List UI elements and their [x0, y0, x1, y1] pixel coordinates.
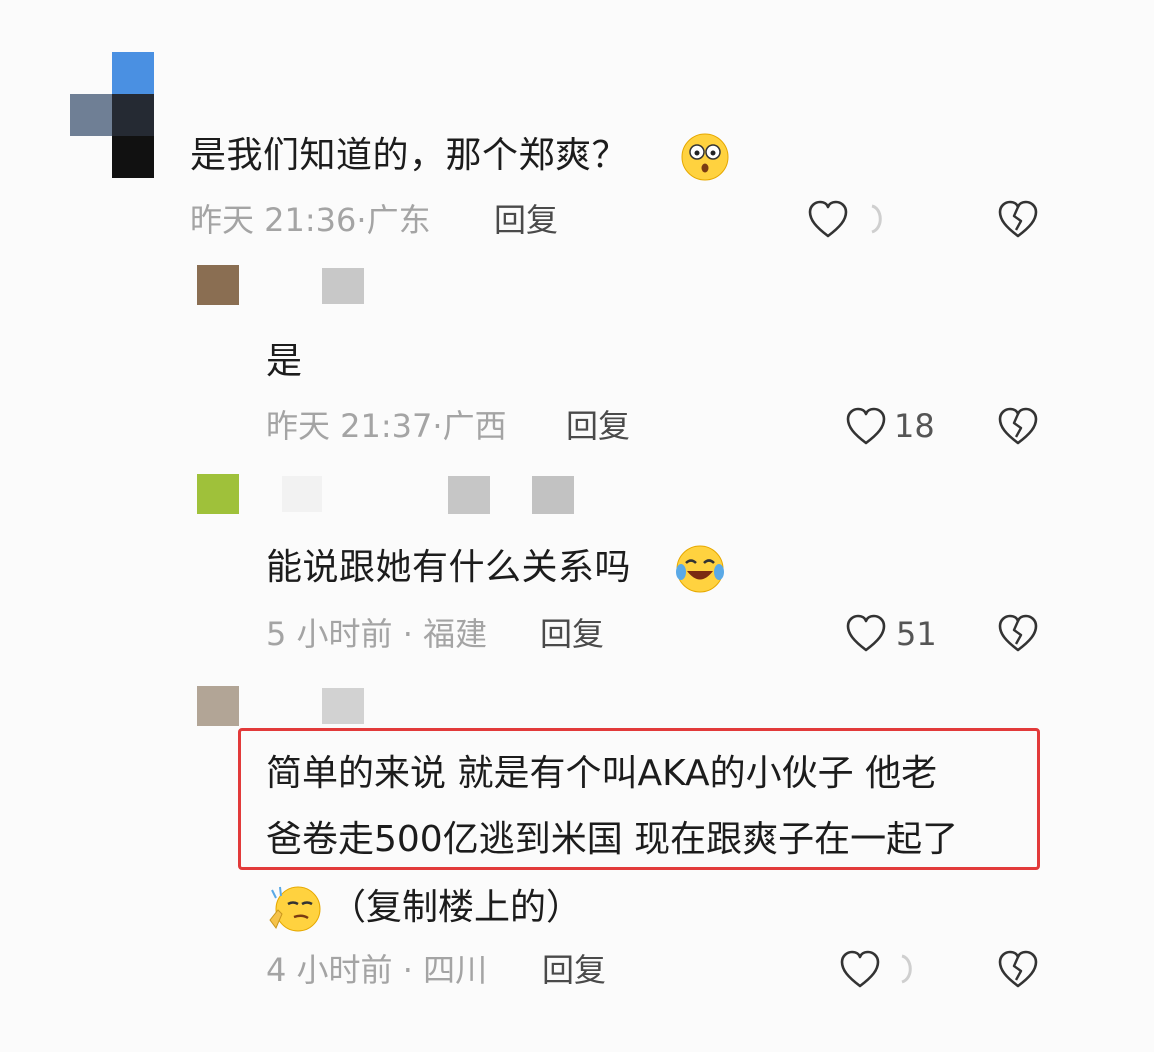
- broken-heart-icon: [998, 614, 1038, 652]
- comment-text: 是: [266, 341, 303, 382]
- avatar[interactable]: [197, 686, 239, 726]
- comment-meta: 4 小时前 · 四川: [266, 950, 487, 990]
- timestamp: 昨天 21:36: [190, 201, 357, 239]
- comment-text-line-1: 简单的来说 就是有个叫AKA的小伙子 他老: [266, 753, 938, 794]
- heart-icon: [846, 614, 886, 652]
- comment-text: 能说跟她有什么关系吗: [266, 547, 632, 588]
- like-count-blur: [860, 202, 892, 236]
- like-count-blur: [890, 952, 922, 986]
- reply-button[interactable]: 回复: [542, 950, 606, 990]
- comment-meta: 昨天 21:36·广东: [190, 200, 431, 240]
- username-blurred: [322, 688, 364, 724]
- meta-separator: ·: [402, 951, 413, 989]
- timestamp: 4 小时前: [266, 951, 393, 989]
- reply-button[interactable]: 回复: [566, 406, 630, 446]
- broken-heart-icon: [998, 200, 1038, 238]
- laughing-tears-emoji: [675, 544, 725, 598]
- username-blurred: [448, 476, 490, 514]
- location: 广东: [366, 201, 431, 239]
- dislike-button[interactable]: [996, 405, 1040, 447]
- location: 福建: [423, 615, 488, 653]
- username-blurred: [322, 268, 364, 304]
- broken-heart-icon: [998, 407, 1038, 445]
- heart-icon: [840, 950, 880, 988]
- reply-button[interactable]: 回复: [540, 614, 604, 654]
- comment-text: 是我们知道的，那个郑爽？: [190, 135, 629, 176]
- timestamp: 5 小时前: [266, 615, 393, 653]
- reply-button[interactable]: 回复: [494, 200, 558, 240]
- comment-text-line-3: （复制楼上的）: [330, 887, 583, 928]
- like-button[interactable]: [844, 405, 888, 447]
- username-blurred: [282, 476, 322, 512]
- avatar[interactable]: [197, 474, 239, 514]
- like-button[interactable]: [806, 198, 850, 240]
- meta-separator: ·: [356, 201, 367, 239]
- avatar[interactable]: [70, 52, 156, 178]
- avatar[interactable]: [197, 265, 239, 305]
- meta-separator: ·: [432, 407, 443, 445]
- heart-icon: [808, 200, 848, 238]
- like-button[interactable]: [844, 612, 888, 654]
- username-blurred: [532, 476, 574, 514]
- timestamp: 昨天 21:37: [266, 407, 433, 445]
- like-count: 51: [896, 615, 937, 653]
- like-count: 18: [894, 407, 935, 445]
- meta-separator: ·: [402, 615, 413, 653]
- dislike-button[interactable]: [996, 948, 1040, 990]
- location: 四川: [423, 951, 488, 989]
- heart-icon: [846, 407, 886, 445]
- smirk-face-emoji: [268, 884, 324, 938]
- dislike-button[interactable]: [996, 198, 1040, 240]
- like-button[interactable]: [838, 948, 882, 990]
- dislike-button[interactable]: [996, 612, 1040, 654]
- comment-text-line-2: 爸卷走500亿逃到米国 现在跟爽子在一起了: [266, 819, 959, 860]
- location: 广西: [442, 407, 507, 445]
- comment-meta: 昨天 21:37·广西: [266, 406, 507, 446]
- thinking-face-emoji: [680, 132, 730, 186]
- broken-heart-icon: [998, 950, 1038, 988]
- comment-meta: 5 小时前 · 福建: [266, 614, 487, 654]
